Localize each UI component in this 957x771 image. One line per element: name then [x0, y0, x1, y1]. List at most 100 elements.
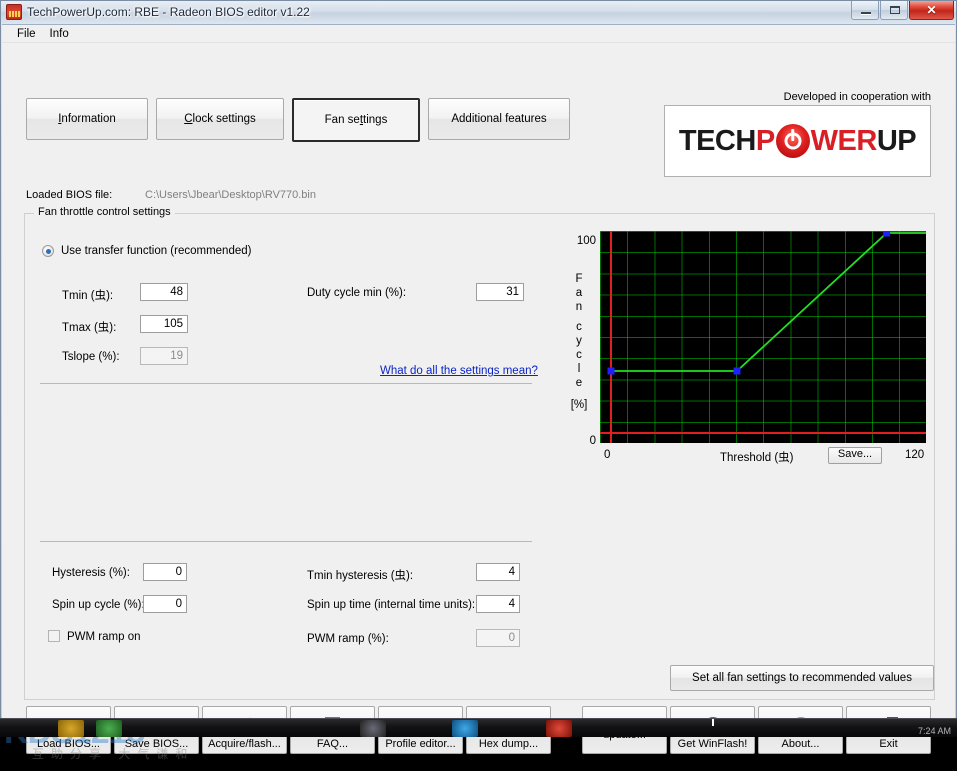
y-axis-title-char-c: c: [560, 321, 598, 333]
divider-bottom: [40, 541, 532, 542]
plot-area[interactable]: [600, 231, 926, 443]
close-icon: ✕: [926, 5, 936, 15]
exit-label: Exit: [879, 738, 897, 750]
x-axis-min-label: 0: [604, 449, 610, 461]
tmax-input[interactable]: 105: [140, 315, 188, 333]
title-bar: TechPowerUp.com: RBE - Radeon BIOS edito…: [1, 1, 956, 23]
y-axis-min-label: 0: [560, 435, 596, 447]
y-axis-title-char-e: e: [560, 377, 598, 389]
menu-file[interactable]: File: [10, 27, 43, 41]
x-axis-title: Threshold (虫): [720, 449, 794, 465]
window-title: TechPowerUp.com: RBE - Radeon BIOS edito…: [27, 5, 310, 19]
pwm-ramp-pct-input[interactable]: 0: [476, 629, 520, 647]
application-window: TechPowerUp.com: RBE - Radeon BIOS edito…: [0, 0, 957, 720]
about-label: About...: [782, 738, 820, 750]
pwm-ramp-pct-label: PWM ramp (%):: [307, 633, 389, 645]
fan-curve-line: [600, 231, 926, 443]
bios-file-path: C:\Users\Jbear\Desktop\RV770.bin: [145, 189, 316, 201]
tab-information-label: nformation: [61, 113, 115, 125]
tmin-label: Tmin (虫):: [62, 287, 113, 303]
duty-cycle-min-label: Duty cycle min (%):: [307, 287, 406, 299]
use-transfer-function-radio[interactable]: Use transfer function (recommended): [42, 245, 251, 257]
y-axis-max-label: 100: [560, 235, 596, 247]
maximize-icon: [890, 6, 900, 14]
logo-part-p: P: [756, 125, 775, 158]
taskbar-icon-5[interactable]: [546, 720, 572, 737]
bios-file-label: Loaded BIOS file:: [26, 189, 112, 201]
pwm-ramp-on-row[interactable]: PWM ramp on: [48, 630, 141, 643]
radio-indicator: [42, 245, 54, 257]
minimize-button[interactable]: [851, 1, 879, 20]
spin-up-cycle-input[interactable]: 0: [143, 595, 187, 613]
acquire-flash-label: Acquire/flash...: [208, 738, 281, 750]
profile-editor-label: Profile editor...: [385, 738, 455, 750]
window-buttons: ✕: [850, 1, 954, 21]
app-icon: [6, 4, 22, 20]
tmin-hysteresis-input[interactable]: 4: [476, 563, 520, 581]
faq-label: FAQ...: [317, 738, 348, 750]
fan-curve-chart: 100 0 F a n c y c l e [%]: [560, 225, 932, 473]
close-button[interactable]: ✕: [909, 1, 954, 20]
load-bios-label: Load BIOS...: [37, 738, 100, 750]
tslope-input[interactable]: 19: [140, 347, 188, 365]
windows-taskbar[interactable]: 7:24 AM: [0, 718, 957, 737]
settings-help-link[interactable]: What do all the settings mean?: [380, 365, 538, 377]
taskbar-icon-3[interactable]: [360, 720, 386, 737]
set-recommended-values-button[interactable]: Set all fan settings to recommended valu…: [670, 665, 934, 691]
pwm-ramp-on-checkbox[interactable]: [48, 630, 60, 642]
maximize-button[interactable]: [880, 1, 908, 20]
chart-save-button[interactable]: Save...: [828, 447, 882, 464]
y-axis-title-char-F: F: [560, 273, 598, 285]
logo-part-up: UP: [877, 125, 916, 158]
page-body: Information Clock settings Fan settings …: [2, 43, 955, 718]
tab-fan-label-pre: Fan se: [325, 114, 360, 126]
tab-information[interactable]: Information: [26, 98, 148, 140]
tab-clock-label: lock settings: [193, 113, 256, 125]
y-axis-title-unit: [%]: [560, 399, 598, 411]
taskbar-icon-2[interactable]: [96, 720, 122, 737]
tmin-input[interactable]: 48: [140, 283, 188, 301]
tab-additional-label: Additional features: [451, 113, 546, 125]
tslope-label: Tslope (%):: [62, 351, 120, 363]
fan-throttle-group-title: Fan throttle control settings: [34, 206, 175, 218]
taskbar-clock: 7:24 AM: [918, 726, 951, 736]
y-axis-title-char-y: y: [560, 335, 598, 347]
logo-part-wer: WER: [811, 125, 877, 158]
hysteresis-input[interactable]: 0: [143, 563, 187, 581]
menu-info[interactable]: Info: [43, 27, 76, 41]
hysteresis-label: Hysteresis (%):: [52, 567, 130, 579]
y-axis-title-char-a: a: [560, 287, 598, 299]
use-transfer-function-label: Use transfer function (recommended): [61, 245, 251, 257]
tab-fan-label-post: tings: [363, 114, 387, 126]
tab-bar: Information Clock settings Fan settings …: [26, 98, 570, 142]
spin-up-time-input[interactable]: 4: [476, 595, 520, 613]
taskbar-icon-4[interactable]: [452, 720, 478, 737]
minimize-icon: [861, 12, 871, 14]
screen: TechPowerUp.com: RBE - Radeon BIOS edito…: [0, 0, 957, 737]
tab-fan-settings[interactable]: Fan settings: [292, 98, 420, 142]
x-axis-max-label: 120: [905, 449, 924, 461]
save-bios-label: Save BIOS...: [125, 738, 189, 750]
duty-cycle-min-input[interactable]: 31: [476, 283, 524, 301]
tmax-label: Tmax (虫):: [62, 319, 116, 335]
divider-top: [40, 383, 532, 384]
menu-bar: File Info: [2, 25, 955, 43]
spin-up-cycle-label: Spin up cycle (%):: [52, 599, 145, 611]
y-axis-title-char-c2: c: [560, 349, 598, 361]
spin-up-time-label: Spin up time (internal time units):: [307, 599, 475, 611]
techpowerup-logo: TECHP WERUP: [664, 105, 931, 177]
tmin-hysteresis-label: Tmin hysteresis (虫):: [307, 567, 413, 583]
logo-part-tech: TECH: [679, 125, 756, 158]
y-axis-title-char-l: l: [560, 363, 598, 375]
get-winflash-label: Get WinFlash!: [678, 738, 748, 750]
tab-clock-settings[interactable]: Clock settings: [156, 98, 284, 140]
pwm-ramp-on-label: PWM ramp on: [67, 631, 141, 643]
cooperation-caption: Developed in cooperation with: [784, 91, 931, 103]
taskbar-icon-1[interactable]: [58, 720, 84, 737]
tab-additional-features[interactable]: Additional features: [428, 98, 570, 140]
client-area: File Info Information Clock settings Fan…: [2, 24, 955, 718]
y-axis-title-char-n: n: [560, 301, 598, 313]
power-button-icon: [776, 124, 810, 158]
hex-dump-label: Hex dump...: [479, 738, 538, 750]
tab-clock-accel: C: [184, 113, 192, 125]
